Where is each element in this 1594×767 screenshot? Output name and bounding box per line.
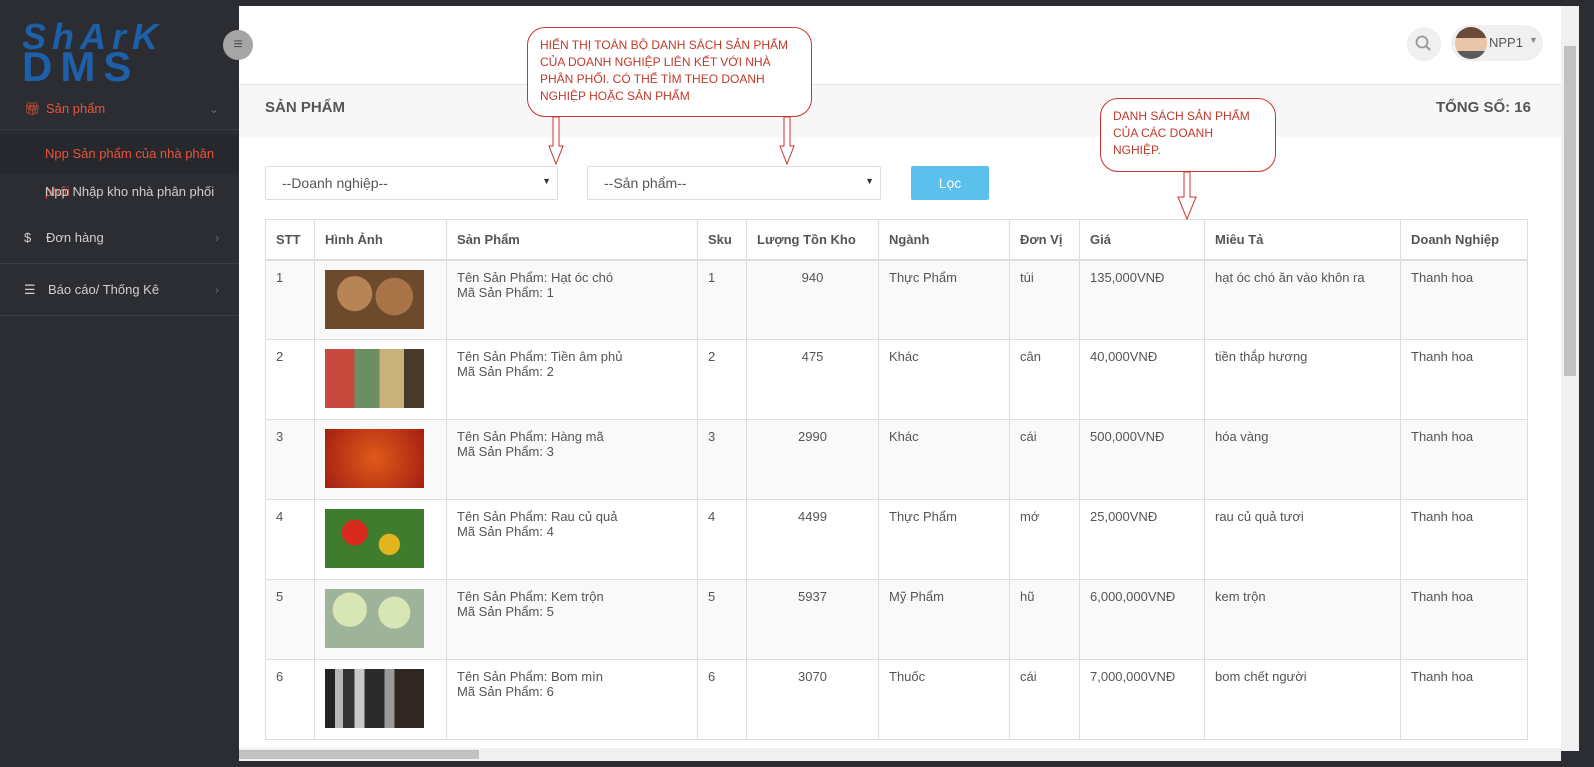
annotation-arrow xyxy=(779,116,795,166)
annotation-arrows xyxy=(548,116,1197,221)
annotation-arrow xyxy=(548,116,564,166)
annotation-arrow xyxy=(1177,171,1197,221)
